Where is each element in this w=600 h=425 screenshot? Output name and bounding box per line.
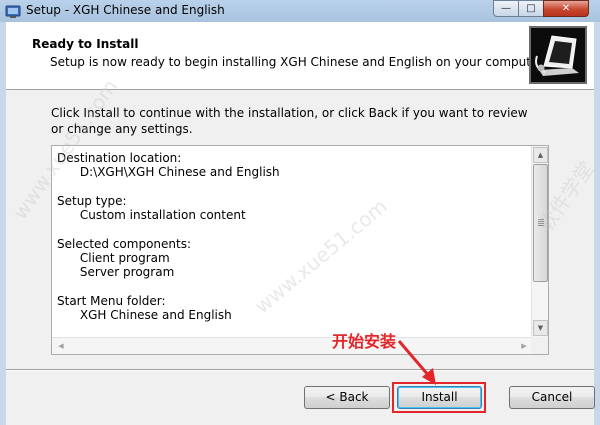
cancel-button[interactable]: Cancel bbox=[509, 386, 595, 409]
minimize-button[interactable]: — bbox=[493, 0, 519, 17]
summary-text: Destination location: D:\XGH\XGH Chinese… bbox=[57, 151, 527, 323]
summary-memo[interactable]: Destination location: D:\XGH\XGH Chinese… bbox=[51, 145, 549, 355]
scrollbar-corner bbox=[531, 337, 548, 354]
summary-line: D:\XGH\XGH Chinese and English bbox=[57, 165, 280, 180]
summary-line: Custom installation content bbox=[57, 208, 246, 223]
summary-line bbox=[57, 222, 527, 236]
grip-icon bbox=[538, 219, 544, 226]
page-subtitle: Setup is now ready to begin installing X… bbox=[50, 55, 546, 69]
back-button[interactable]: < Back bbox=[304, 386, 390, 409]
annotation-label: 开始安装 bbox=[332, 332, 397, 351]
scroll-thumb[interactable] bbox=[533, 164, 548, 282]
scroll-down-arrow-icon[interactable]: ▼ bbox=[533, 320, 548, 336]
setup-app-icon bbox=[5, 5, 21, 18]
summary-line bbox=[57, 280, 527, 294]
button-separator bbox=[6, 369, 594, 371]
summary-line: Server program bbox=[57, 265, 175, 280]
summary-line: Destination location: bbox=[57, 151, 182, 165]
summary-line: Start Menu folder: bbox=[57, 293, 166, 308]
maximize-button[interactable]: □ bbox=[518, 0, 544, 17]
computer-install-icon bbox=[529, 26, 587, 84]
scroll-up-arrow-icon[interactable]: ▲ bbox=[533, 147, 548, 163]
summary-line: Client program bbox=[57, 251, 170, 266]
vertical-scrollbar[interactable]: ▲ ▼ bbox=[531, 146, 548, 337]
horizontal-scrollbar[interactable]: ◀ ▶ bbox=[52, 337, 533, 354]
summary-line: XGH Chinese and English bbox=[57, 308, 232, 323]
scroll-left-arrow-icon[interactable]: ◀ bbox=[53, 339, 69, 354]
wizard-header: Ready to Install Setup is now ready to b… bbox=[6, 22, 594, 90]
summary-line: Setup type: bbox=[57, 193, 127, 208]
page-title: Ready to Install bbox=[32, 37, 139, 51]
title-bar: Setup - XGH Chinese and English — □ ✕ bbox=[0, 0, 600, 23]
summary-line bbox=[57, 180, 527, 194]
summary-line: Selected components: bbox=[57, 236, 192, 251]
window-title: Setup - XGH Chinese and English bbox=[26, 3, 225, 17]
scroll-right-arrow-icon[interactable]: ▶ bbox=[516, 339, 532, 354]
window-frame-right bbox=[594, 22, 600, 425]
close-button[interactable]: ✕ bbox=[543, 0, 589, 17]
instruction-text: Click Install to continue with the insta… bbox=[51, 106, 528, 136]
install-button[interactable]: Install bbox=[397, 386, 482, 409]
